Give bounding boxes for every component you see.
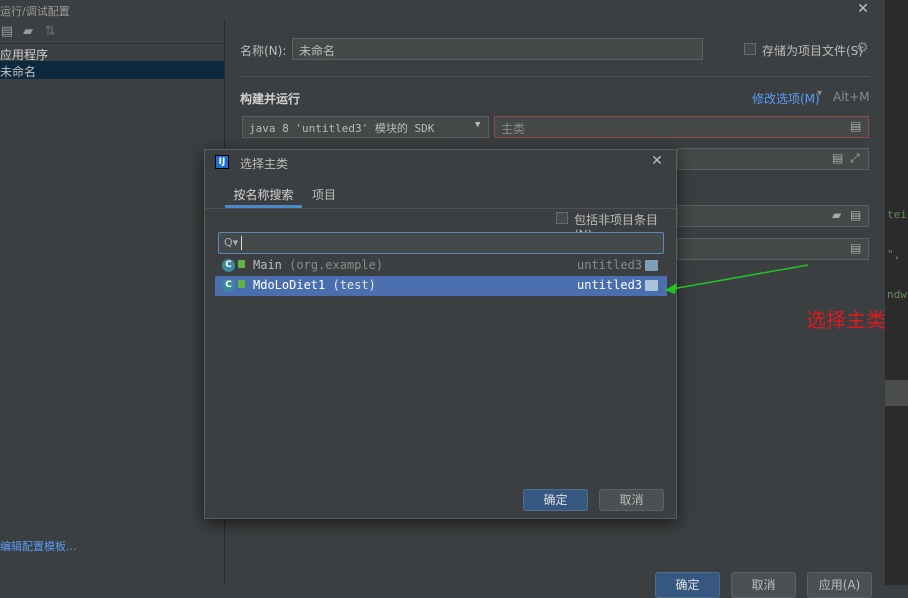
annotation-text: 选择主类: [806, 308, 886, 332]
arrow-line: [671, 264, 809, 290]
annotation-arrow: [665, 264, 809, 294]
arrow-head: [665, 283, 677, 294]
